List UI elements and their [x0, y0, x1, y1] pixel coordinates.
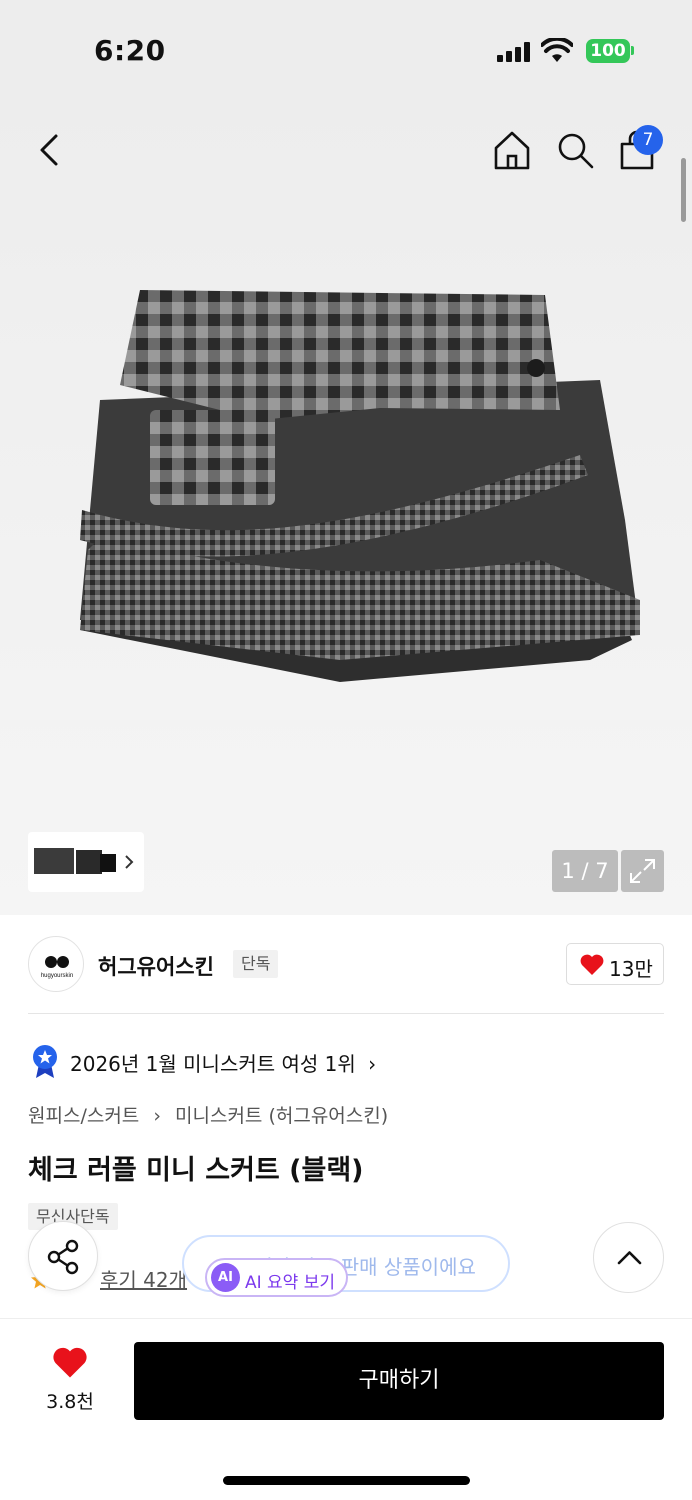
buy-button[interactable]: 구매하기: [134, 1342, 664, 1420]
breadcrumb-separator: ›: [153, 1105, 161, 1127]
thumbnail-strip[interactable]: [28, 832, 144, 892]
back-icon[interactable]: [28, 128, 72, 172]
breadcrumb: 원피스/스커트 › 미니스커트 (허그유어스킨): [28, 1101, 388, 1128]
product-gallery[interactable]: 7 1 / 7: [0, 100, 692, 915]
reviews-link[interactable]: 후기 42개: [100, 1264, 187, 1293]
brand-logo[interactable]: hugyourskin: [28, 936, 84, 992]
battery-indicator: 100: [586, 39, 630, 63]
bottom-action-bar: 3.8천 구매하기: [0, 1318, 692, 1500]
favorite-count: 3.8천: [46, 1391, 94, 1413]
breadcrumb-subcategory[interactable]: 미니스커트 (허그유어스킨): [175, 1105, 388, 1127]
chevron-up-icon: [617, 1251, 642, 1265]
brand-like-button[interactable]: 13만: [566, 943, 664, 985]
thumbnail-images[interactable]: [28, 832, 144, 892]
chevron-right-icon: ›: [368, 1052, 377, 1076]
wifi-icon: [541, 38, 573, 62]
divider: [28, 1013, 664, 1014]
brand-like-count: 13만: [609, 957, 653, 981]
brand-row[interactable]: hugyourskin 허그유어스킨 단독 13만: [28, 935, 664, 993]
medal-icon: [33, 1045, 57, 1078]
home-icon[interactable]: [490, 128, 534, 172]
ai-icon: AI: [211, 1263, 240, 1292]
favorite-button[interactable]: 3.8천: [30, 1347, 110, 1417]
brand-exclusive-tag: 단독: [233, 950, 279, 978]
image-counter: 1 / 7: [552, 850, 618, 892]
cart-count-badge: 7: [633, 125, 663, 155]
status-time: 6:20: [94, 34, 166, 67]
status-bar: 6:20 100: [0, 0, 692, 100]
product-title: 체크 러플 미니 스커트 (블랙): [28, 1155, 364, 1186]
ranking-text[interactable]: 2026년 1월 미니스커트 여성 1위 ›: [70, 1048, 376, 1077]
heart-icon: [53, 1347, 87, 1378]
scroll-to-top-button[interactable]: [593, 1222, 664, 1293]
ai-summary-button[interactable]: AI AI 요약 보기: [205, 1258, 348, 1297]
breadcrumb-category[interactable]: 원피스/스커트: [28, 1105, 139, 1127]
share-button[interactable]: [28, 1221, 98, 1291]
expand-icon[interactable]: [621, 850, 664, 892]
battery-tip: [631, 46, 634, 55]
product-image: [80, 290, 640, 682]
home-indicator: [223, 1476, 470, 1485]
scrollbar[interactable]: [681, 158, 686, 222]
brand-logo-text: hugyourskin: [41, 973, 73, 979]
search-icon[interactable]: [553, 128, 597, 172]
heart-icon: [580, 954, 604, 975]
cellular-signal-icon: [497, 42, 531, 62]
ranking-label: 2026년 1월 미니스커트 여성 1위: [70, 1052, 356, 1076]
share-icon: [47, 1239, 79, 1275]
ai-summary-label: AI 요약 보기: [245, 1273, 336, 1293]
brand-name[interactable]: 허그유어스킨: [98, 951, 214, 981]
